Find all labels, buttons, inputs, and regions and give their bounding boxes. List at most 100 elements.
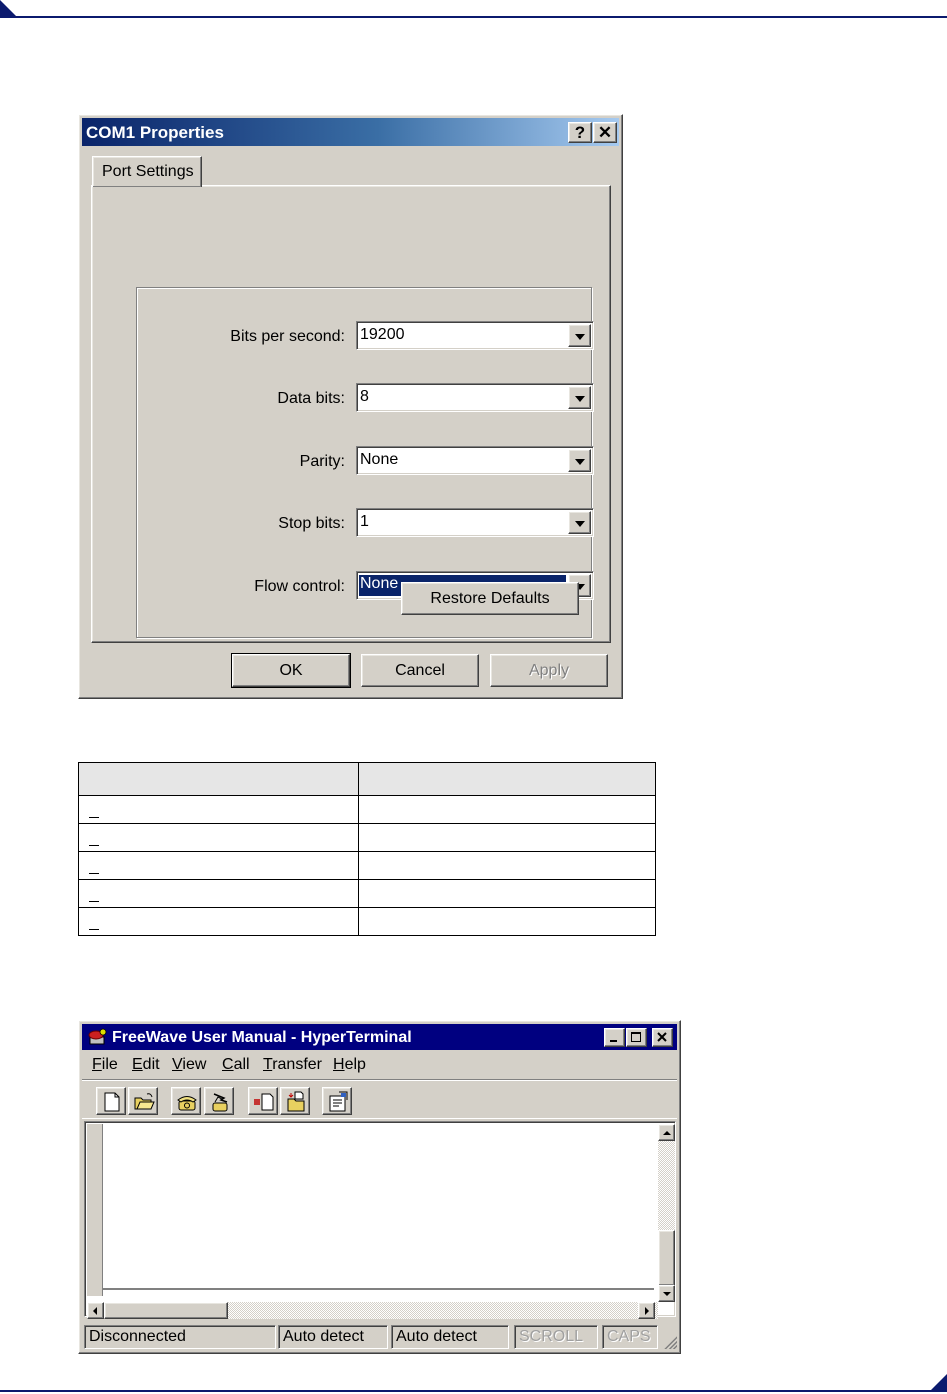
open-button[interactable] xyxy=(128,1087,158,1115)
table-row xyxy=(78,851,656,880)
table-cell xyxy=(78,823,359,852)
port-settings-panel: Bits per second: 19200 Data bits: 8 Pari… xyxy=(91,185,611,643)
menu-accel: H xyxy=(333,1056,345,1073)
vertical-scroll-thumb[interactable] xyxy=(658,1230,675,1286)
restore-defaults-label: Restore Defaults xyxy=(430,590,550,607)
menu-accel: E xyxy=(132,1056,143,1073)
dialog-title-bar[interactable]: COM1 Properties ? ✕ xyxy=(82,118,619,146)
close-button[interactable] xyxy=(652,1028,673,1047)
hyperterminal-app-icon xyxy=(88,1028,107,1045)
data-bits-dropdown-button[interactable] xyxy=(568,386,591,409)
help-icon: ? xyxy=(574,123,586,142)
menu-label: ransfer xyxy=(272,1056,322,1073)
blank-marker xyxy=(89,845,99,846)
close-icon xyxy=(657,1032,667,1042)
arrow-left-icon xyxy=(93,1307,97,1315)
parity-dropdown-button[interactable] xyxy=(568,449,591,472)
blank-marker xyxy=(89,873,99,874)
horizontal-scrollbar[interactable] xyxy=(87,1302,658,1319)
hyperterminal-title: FreeWave User Manual - HyperTerminal xyxy=(112,1029,412,1046)
ok-label: OK xyxy=(279,662,303,679)
bits-per-second-select[interactable]: 19200 xyxy=(356,321,594,350)
data-bits-select[interactable]: 8 xyxy=(356,383,594,412)
send-button[interactable] xyxy=(248,1087,278,1115)
menu-accel: F xyxy=(92,1056,102,1073)
apply-button: Apply xyxy=(490,654,608,687)
data-bits-value: 8 xyxy=(360,388,369,405)
menu-accel: V xyxy=(172,1056,183,1073)
toolbar xyxy=(82,1079,677,1119)
table-row xyxy=(78,879,656,908)
minimize-icon xyxy=(610,1040,617,1042)
tab-port-settings[interactable]: Port Settings xyxy=(92,156,202,187)
table-row xyxy=(78,823,656,852)
stop-bits-label: Stop bits: xyxy=(278,515,345,532)
tab-label: Port Settings xyxy=(102,163,194,180)
footer-corner-mark xyxy=(931,1374,947,1390)
resize-grip-icon[interactable] xyxy=(663,1335,677,1349)
horizontal-scroll-thumb[interactable] xyxy=(104,1302,228,1319)
table-cell xyxy=(78,795,359,824)
scroll-right-button[interactable] xyxy=(638,1302,655,1319)
terminal-screen[interactable] xyxy=(103,1124,654,1290)
cancel-button[interactable]: Cancel xyxy=(361,654,479,687)
maximize-button[interactable] xyxy=(626,1028,647,1047)
close-button[interactable]: ✕ xyxy=(593,122,617,143)
menu-edit[interactable]: Edit xyxy=(132,1056,160,1074)
menu-file[interactable]: File xyxy=(92,1056,118,1074)
parity-select[interactable]: None xyxy=(356,446,594,475)
menu-transfer[interactable]: Transfer xyxy=(263,1056,322,1074)
table-cell xyxy=(358,879,656,908)
menu-label: dit xyxy=(142,1056,160,1073)
status-caps-text: CAPS xyxy=(607,1328,651,1345)
scroll-left-button[interactable] xyxy=(87,1302,104,1319)
arrow-right-icon xyxy=(645,1307,649,1315)
call-button[interactable] xyxy=(171,1087,201,1115)
bits-per-second-value: 19200 xyxy=(360,326,405,343)
table-cell xyxy=(78,907,359,936)
stop-bits-select[interactable]: 1 xyxy=(356,508,594,537)
footer-rule xyxy=(0,1390,947,1392)
dialog-title: COM1 Properties xyxy=(86,123,224,142)
blank-marker xyxy=(89,929,99,930)
status-scroll: SCROLL xyxy=(514,1325,598,1349)
terminal-area[interactable] xyxy=(84,1121,676,1319)
table-cell xyxy=(358,851,656,880)
vertical-scrollbar[interactable] xyxy=(658,1124,675,1302)
status-caps: CAPS xyxy=(602,1325,658,1349)
parity-value: None xyxy=(360,451,399,468)
help-button[interactable]: ? xyxy=(568,122,592,143)
scroll-up-button[interactable] xyxy=(658,1124,675,1141)
menu-view[interactable]: View xyxy=(172,1056,206,1074)
new-connection-button[interactable] xyxy=(96,1087,126,1115)
bits-per-second-label: Bits per second: xyxy=(230,328,345,345)
status-connection: Disconnected xyxy=(84,1325,276,1349)
receive-button[interactable] xyxy=(280,1087,310,1115)
chevron-down-icon xyxy=(575,396,585,402)
table-cell xyxy=(78,879,359,908)
cancel-label: Cancel xyxy=(395,662,445,679)
bits-per-second-dropdown-button[interactable] xyxy=(568,324,591,347)
parity-label: Parity: xyxy=(299,453,345,470)
minimize-button[interactable] xyxy=(604,1028,625,1047)
ok-button[interactable]: OK xyxy=(231,653,351,688)
header-rule xyxy=(0,16,947,18)
stop-bits-dropdown-button[interactable] xyxy=(568,511,591,534)
properties-button[interactable] xyxy=(322,1087,352,1115)
arrow-up-icon xyxy=(663,1131,671,1135)
close-icon: ✕ xyxy=(597,123,613,142)
scroll-down-button[interactable] xyxy=(658,1285,675,1302)
maximize-icon xyxy=(631,1032,641,1042)
menu-help[interactable]: Help xyxy=(333,1056,366,1074)
restore-defaults-button[interactable]: Restore Defaults xyxy=(401,582,579,615)
properties-icon xyxy=(329,1091,348,1112)
table-header-cell xyxy=(78,762,359,796)
hyperterminal-title-bar[interactable]: FreeWave User Manual - HyperTerminal xyxy=(82,1024,677,1050)
disconnect-icon xyxy=(212,1093,228,1112)
disconnect-button[interactable] xyxy=(204,1087,234,1115)
hyperterminal-window: FreeWave User Manual - HyperTerminal Fil… xyxy=(78,1020,681,1354)
table-cell xyxy=(358,795,656,824)
blank-marker xyxy=(89,817,99,818)
menu-call[interactable]: Call xyxy=(222,1056,250,1074)
status-scroll-text: SCROLL xyxy=(519,1328,584,1345)
